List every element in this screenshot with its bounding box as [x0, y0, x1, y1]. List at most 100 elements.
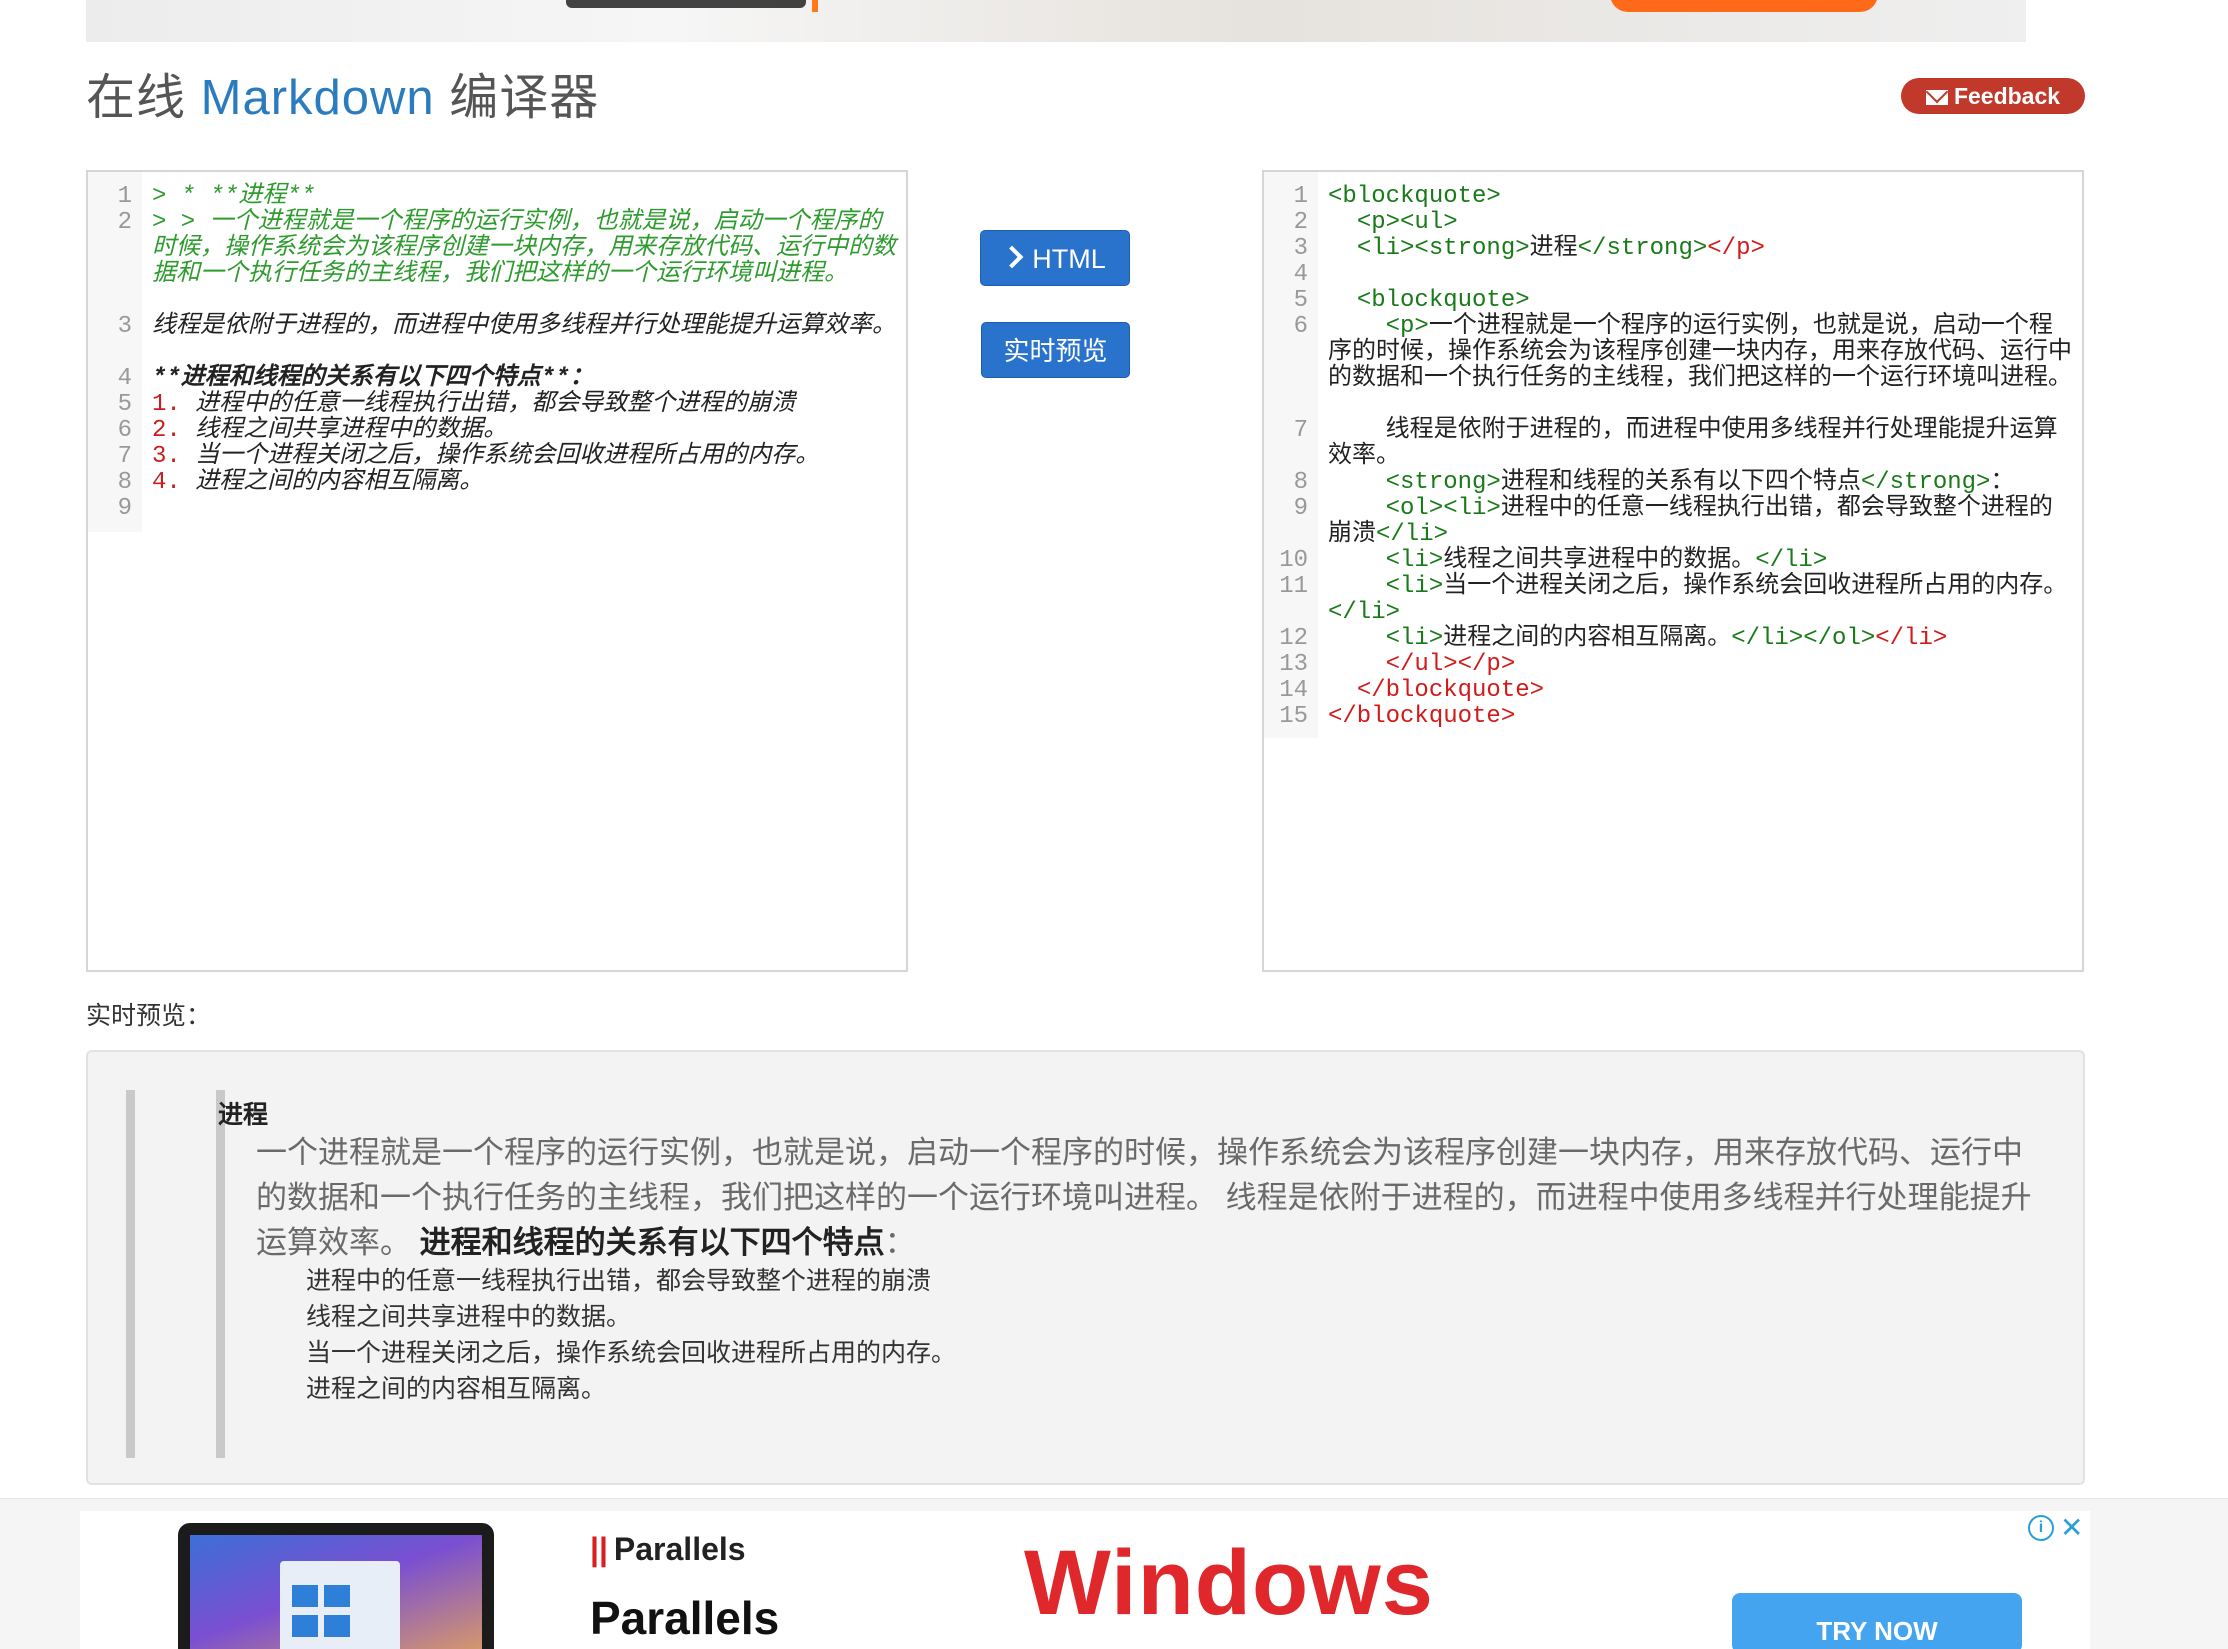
- title-prefix: 在线: [86, 71, 187, 125]
- banner-cta-button[interactable]: [1610, 0, 1878, 12]
- line-number: 12: [1279, 625, 1308, 652]
- code-text: <p><ul>: [1328, 210, 2074, 236]
- code-token: <ol><li>: [1328, 495, 1501, 522]
- code-token: 1.: [152, 391, 196, 418]
- code-token: ：: [1990, 469, 2015, 496]
- close-icon[interactable]: ✕: [2060, 1511, 2083, 1544]
- code-text: 线程是依附于进程的，而进程中使用多线程并行处理能提升运算效率。: [1328, 418, 2074, 470]
- blockquote-bar-inner: [216, 1090, 225, 1458]
- ad-brand-logo: || Parallels: [590, 1531, 746, 1568]
- convert-html-button[interactable]: HTML: [980, 230, 1130, 286]
- line-number: 3: [1293, 235, 1308, 262]
- code-text: 3. 当一个进程关闭之后，操作系统会回收进程所占用的内存。: [152, 444, 898, 470]
- code-token: <blockquote>: [1328, 183, 1501, 210]
- try-now-button[interactable]: TRY NOW: [1732, 1593, 2022, 1649]
- code-token: </blockquote>: [1328, 703, 1516, 730]
- code-text: > > 一个进程就是一个程序的运行实例，也就是说，启动一个程序的时候，操作系统会…: [152, 210, 898, 288]
- code-token: 当一个进程关闭之后，操作系统会回收进程所占用的内存。: [195, 443, 820, 470]
- code-token: </blockquote>: [1328, 677, 1545, 704]
- code-text: </blockquote>: [1328, 704, 2074, 730]
- line-number: 9: [117, 495, 132, 522]
- line-number: 15: [1279, 703, 1308, 730]
- code-token: 进程和线程的关系有以下四个特点: [1500, 469, 1861, 496]
- preview-para-tail: ：: [884, 1225, 916, 1260]
- ad-content[interactable]: || Parallels Parallels Windows TRY NOW i …: [80, 1511, 2090, 1649]
- feedback-label: Feedback: [1953, 83, 2061, 109]
- title-accent: Markdown: [200, 71, 435, 125]
- tile-graphic: [324, 1585, 350, 1607]
- code-text: 线程是依附于进程的，而进程中使用多线程并行处理能提升运算效率。: [152, 314, 898, 340]
- list-item: 线程之间共享进程中的数据。: [306, 1303, 632, 1331]
- code-token: 一个进程就是一个程序的运行实例，也就是说，启动一个程序的时候，操作系统会为该程序…: [1328, 313, 2072, 392]
- chevron-right-icon: [1000, 245, 1024, 269]
- code-token: 线程之间共享进程中的数据。: [195, 417, 508, 444]
- code-token: <li><strong>: [1328, 235, 1530, 262]
- line-number: 13: [1279, 651, 1308, 678]
- line-number: 5: [117, 391, 132, 418]
- code-token: > * **进程**: [152, 183, 316, 210]
- code-token: </li>: [1875, 625, 1948, 652]
- code-token: <strong>: [1328, 469, 1501, 496]
- list-item: 当一个进程关闭之后，操作系统会回收进程所占用的内存。: [306, 1339, 957, 1367]
- code-text: <li>当一个进程关闭之后，操作系统会回收进程所占用的内存。 </li>: [1328, 574, 2074, 626]
- preview-heading: 进程: [218, 1101, 269, 1129]
- code-text: 1. 进程中的任意一线程执行出错，都会导致整个进程的崩溃: [152, 392, 898, 418]
- code-text: <p>一个进程就是一个程序的运行实例，也就是说，启动一个程序的时候，操作系统会为…: [1328, 314, 2074, 392]
- line-number: 4: [117, 365, 132, 392]
- code-token: <p><ul>: [1328, 209, 1458, 236]
- line-number: 7: [117, 443, 132, 470]
- code-text: <strong>进程和线程的关系有以下四个特点</strong>：: [1328, 470, 2074, 496]
- ad-headline: Windows: [1024, 1532, 1434, 1634]
- code-token: </strong>: [1860, 469, 1991, 496]
- line-number: 2: [1293, 209, 1308, 236]
- line-number: 1: [1293, 183, 1308, 210]
- preview-para-strong: 进程和线程的关系有以下四个特点: [419, 1225, 885, 1260]
- page-title: 在线 Markdown 编译器: [86, 58, 599, 129]
- code-text: <blockquote>: [1328, 288, 2074, 314]
- ad-brand-small-text: Parallels: [613, 1531, 746, 1567]
- markdown-editor[interactable]: 1 > * **进程** 2 > > 一个进程就是一个程序的运行实例，也就是说，启动一…: [86, 170, 908, 972]
- code-token: 进程: [1529, 235, 1578, 262]
- code-token: > > 一个进程就是一个程序的运行实例，也就是说，启动一个程序的时候，操作系统会…: [152, 209, 896, 288]
- live-preview-button[interactable]: 实时预览: [981, 322, 1130, 378]
- code-token: 进程之间的内容相互隔离。: [1443, 625, 1732, 652]
- preview-list: 进程中的任意一线程执行出错，都会导致整个进程的崩溃 线程之间共享进程中的数据。 …: [306, 1263, 956, 1407]
- info-icon[interactable]: i: [2028, 1515, 2054, 1541]
- code-token: **进程和线程的关系有以下四个特点**：: [152, 365, 594, 392]
- code-text: <blockquote>: [1328, 184, 2074, 210]
- feedback-button[interactable]: Feedback: [1901, 78, 2085, 114]
- line-number: 3: [117, 313, 132, 340]
- line-number: 10: [1279, 547, 1308, 574]
- code-text: 4. 进程之间的内容相互隔离。: [152, 470, 898, 496]
- code-token: 2.: [152, 417, 196, 444]
- code-token: <li>: [1328, 547, 1444, 574]
- code-text: <li>线程之间共享进程中的数据。</li>: [1328, 548, 2074, 574]
- banner-text-fragment: [566, 0, 806, 8]
- list-item: 进程中的任意一线程执行出错，都会导致整个进程的崩溃: [306, 1267, 932, 1295]
- blockquote-bar-outer: [126, 1090, 135, 1458]
- top-ad-banner[interactable]: [86, 0, 2026, 42]
- code-token: 进程中的任意一线程执行出错，都会导致整个进程的崩溃: [195, 391, 796, 418]
- code-token: <li>: [1328, 625, 1444, 652]
- laptop-image: [178, 1523, 494, 1649]
- banner-divider: [812, 0, 818, 12]
- code-token: 3.: [152, 443, 196, 470]
- mail-icon: [1925, 90, 1948, 105]
- bottom-ad-banner[interactable]: || Parallels Parallels Windows TRY NOW i …: [0, 1498, 2228, 1649]
- html-output-editor[interactable]: 1 <blockquote> 2 <p><ul> 3 <li><strong>进程</…: [1262, 170, 2084, 972]
- code-token: <p>: [1328, 313, 1429, 340]
- code-text: <ol><li>进程中的任意一线程执行出错，都会导致整个进程的崩溃</li>: [1328, 496, 2074, 548]
- line-number: 4: [1293, 261, 1308, 288]
- code-text: 2. 线程之间共享进程中的数据。: [152, 418, 898, 444]
- line-number: 14: [1279, 677, 1308, 704]
- html-button-label: HTML: [1032, 244, 1106, 274]
- line-number: 6: [1293, 313, 1308, 340]
- line-number: 8: [1293, 469, 1308, 496]
- line-number: 7: [1293, 417, 1308, 444]
- code-token: 进程之间的内容相互隔离。: [195, 469, 484, 496]
- live-button-label: 实时预览: [1003, 336, 1108, 366]
- code-token: 4.: [152, 469, 196, 496]
- code-token: 线程是依附于进程的，而进程中使用多线程并行处理能提升运算效率。: [1328, 417, 2058, 470]
- line-number: 1: [117, 183, 132, 210]
- code-token: </strong>: [1577, 235, 1708, 262]
